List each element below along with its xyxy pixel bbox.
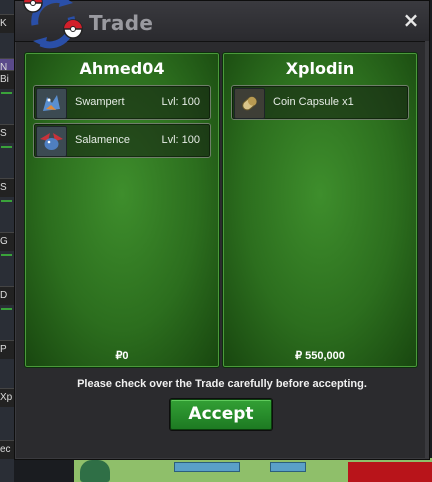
close-button[interactable]: × [401, 10, 421, 30]
trade-item-swampert[interactable]: Swampert Lvl: 100 [33, 85, 211, 120]
bg-fragment: P [0, 340, 14, 359]
bench-sprite [270, 462, 306, 472]
trade-window: Trade × Ahmed04 Swampert Lvl: 100 Salame… [14, 0, 430, 460]
item-name: Swampert [75, 96, 125, 108]
bg-fragment: Xp [0, 388, 14, 407]
bg-fragment: S [0, 178, 14, 197]
background-map [74, 458, 432, 482]
item-name: Salamence [75, 134, 131, 146]
window-edge [425, 41, 429, 459]
pokeball-trade-icon [23, 0, 83, 49]
money-offer-right: ₽ 550,000 [295, 350, 345, 362]
bg-hp-bar [1, 308, 12, 310]
trade-notice: Please check over the Trade carefully be… [77, 378, 367, 390]
item-level: Lvl: 100 [161, 134, 200, 146]
salamence-icon [36, 126, 67, 157]
bg-fragment: D [0, 286, 14, 305]
trade-item-coin-capsule[interactable]: Coin Capsule x1 [231, 85, 409, 120]
bg-fragment: G [0, 232, 14, 251]
money-offer-left: ₽0 [115, 350, 129, 362]
coin-capsule-icon [234, 88, 265, 119]
tree-sprite [80, 460, 110, 482]
window-title: Trade [89, 11, 154, 35]
player-name-left: Ahmed04 [79, 59, 165, 78]
accept-button[interactable]: Accept [170, 399, 272, 430]
offer-panel-left: Ahmed04 Swampert Lvl: 100 Salamence Lvl:… [24, 52, 220, 368]
background-sidebar: K N Bi S S G D P Xp ec [0, 0, 14, 482]
bg-fragment: K [0, 14, 14, 33]
bg-fragment: ec [0, 440, 14, 459]
bg-fragment: Bi [0, 70, 14, 89]
bg-hp-bar [1, 200, 12, 202]
swampert-icon [36, 88, 67, 119]
bg-fragment: S [0, 124, 14, 143]
bg-hp-bar [1, 92, 12, 94]
item-level: Lvl: 100 [161, 96, 200, 108]
player-name-right: Xplodin [285, 59, 355, 78]
bg-hp-bar [1, 146, 12, 148]
bench-sprite [174, 462, 240, 472]
item-name: Coin Capsule x1 [273, 96, 354, 108]
trade-item-salamence[interactable]: Salamence Lvl: 100 [33, 123, 211, 158]
roof-sprite [348, 462, 432, 482]
bg-hp-bar [1, 254, 12, 256]
offer-panel-right: Xplodin Coin Capsule x1 ₽ 550,000 [222, 52, 418, 368]
